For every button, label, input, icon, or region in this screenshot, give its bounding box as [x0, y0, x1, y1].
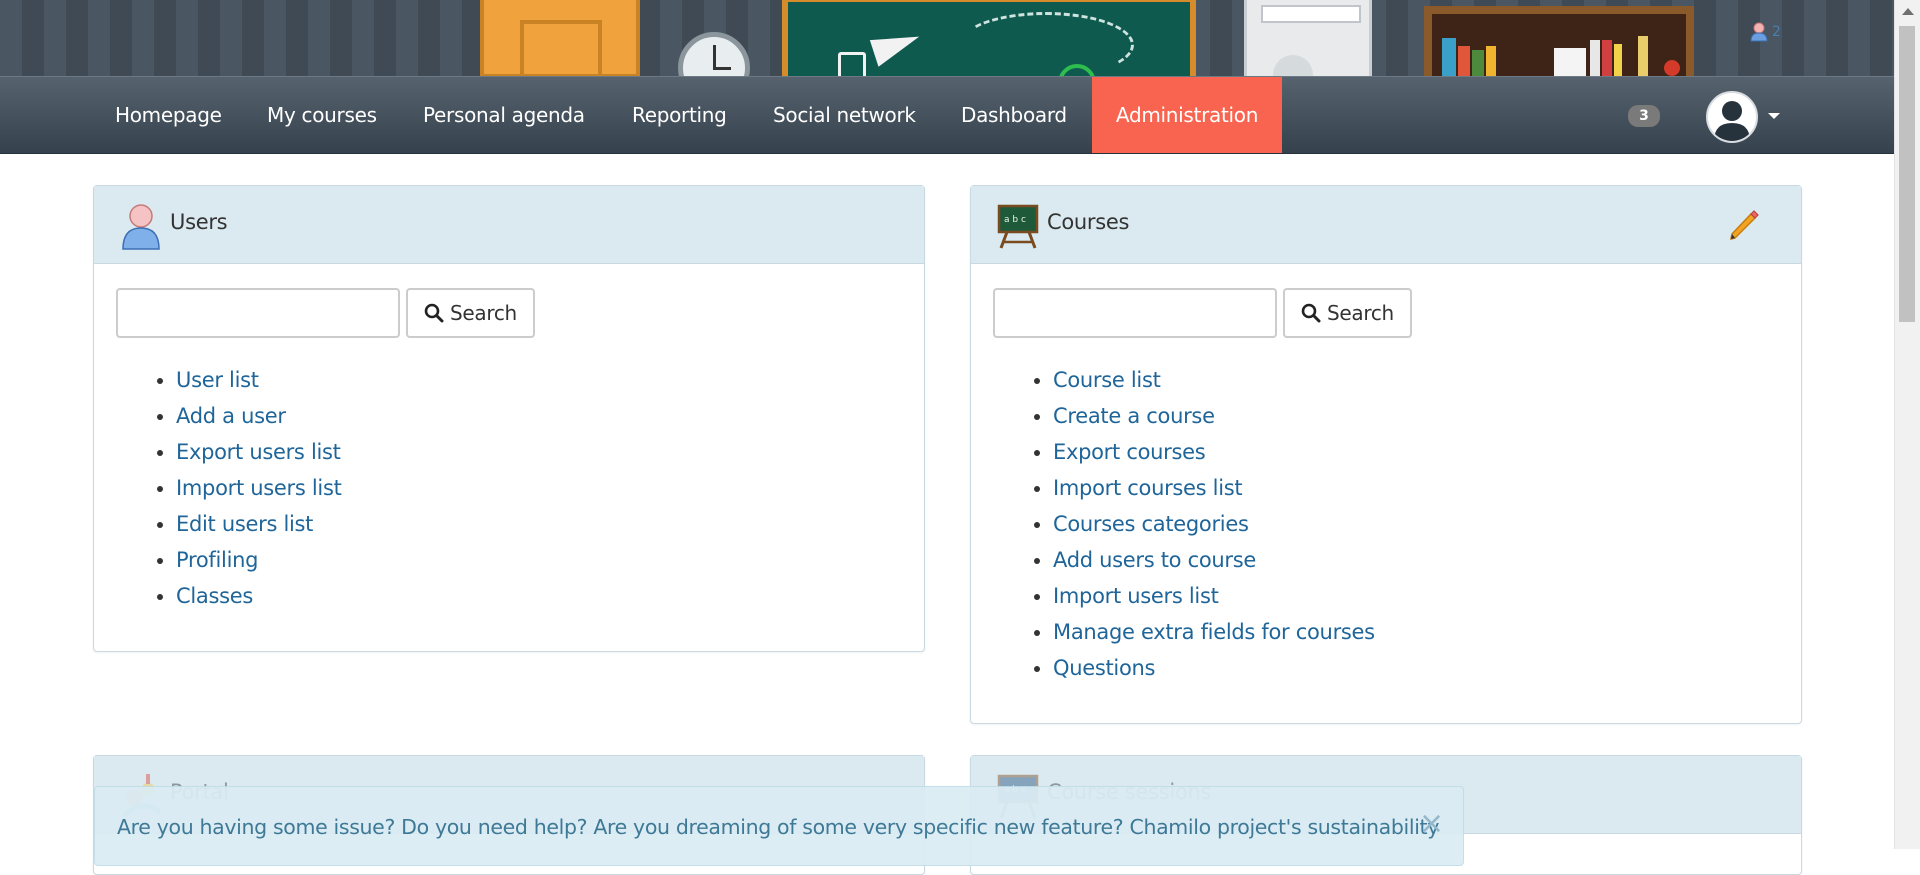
list-item: Profiling — [176, 542, 342, 578]
nav-administration[interactable]: Administration — [1092, 77, 1282, 153]
nav-my-courses[interactable]: My courses — [267, 77, 377, 153]
online-user-icon — [1750, 22, 1768, 42]
user-icon — [122, 204, 160, 250]
list-item: Import users list — [1053, 578, 1375, 614]
export-users-link[interactable]: Export users list — [176, 440, 341, 464]
list-item: Courses categories — [1053, 506, 1375, 542]
close-icon[interactable]: × — [1419, 809, 1444, 839]
banner-bookshelf-illustration — [1424, 6, 1694, 78]
users-panel: Users Search User list Add a user Export… — [93, 185, 925, 652]
banner-paper-illustration — [1244, 0, 1372, 78]
list-item: Questions — [1053, 650, 1375, 686]
header-banner: 2 — [0, 0, 1920, 78]
courses-search-button-label: Search — [1327, 301, 1394, 325]
nav-reporting[interactable]: Reporting — [632, 77, 727, 153]
add-users-to-course-link[interactable]: Add users to course — [1053, 548, 1256, 572]
list-item: Add users to course — [1053, 542, 1375, 578]
courses-panel: a b c Courses Search Course list Create … — [970, 185, 1802, 724]
courses-search-input[interactable] — [993, 288, 1277, 338]
list-item: Course list — [1053, 362, 1375, 398]
list-item: Import courses list — [1053, 470, 1375, 506]
profiling-link[interactable]: Profiling — [176, 548, 258, 572]
export-courses-link[interactable]: Export courses — [1053, 440, 1206, 464]
pencil-icon[interactable] — [1727, 208, 1761, 242]
users-search-button[interactable]: Search — [406, 288, 535, 338]
svg-text:a b c: a b c — [1004, 215, 1026, 225]
import-courses-link[interactable]: Import courses list — [1053, 476, 1243, 500]
users-search-button-label: Search — [450, 301, 517, 325]
list-item: Add a user — [176, 398, 342, 434]
courses-search-button[interactable]: Search — [1283, 288, 1412, 338]
banner-chalkboard-illustration — [782, 0, 1196, 78]
users-search-form: Search — [116, 288, 535, 338]
courses-categories-link[interactable]: Courses categories — [1053, 512, 1249, 536]
list-item: Import users list — [176, 470, 342, 506]
nav-personal-agenda[interactable]: Personal agenda — [423, 77, 585, 153]
courses-panel-heading: a b c Courses — [971, 186, 1801, 264]
course-list-link[interactable]: Course list — [1053, 368, 1161, 392]
list-item: Edit users list — [176, 506, 342, 542]
scroll-up-arrow-icon[interactable] — [1902, 8, 1914, 15]
classes-link[interactable]: Classes — [176, 584, 253, 608]
help-alert-text: Are you having some issue? Do you need h… — [117, 815, 1440, 839]
users-panel-title: Users — [170, 210, 228, 234]
nav-social-network[interactable]: Social network — [773, 77, 916, 153]
list-item: Manage extra fields for courses — [1053, 614, 1375, 650]
user-list-link[interactable]: User list — [176, 368, 259, 392]
import-course-users-link[interactable]: Import users list — [1053, 584, 1219, 608]
import-users-link[interactable]: Import users list — [176, 476, 342, 500]
nav-homepage[interactable]: Homepage — [115, 77, 222, 153]
user-menu-dropdown[interactable] — [1706, 91, 1786, 143]
questions-link[interactable]: Questions — [1053, 656, 1155, 680]
manage-extra-fields-link[interactable]: Manage extra fields for courses — [1053, 620, 1375, 644]
online-users-count: 2 — [1772, 24, 1781, 40]
courses-link-list: Course list Create a course Export cours… — [1029, 362, 1375, 686]
banner-door-illustration — [480, 0, 640, 78]
add-user-link[interactable]: Add a user — [176, 404, 286, 428]
users-link-list: User list Add a user Export users list I… — [152, 362, 342, 614]
courses-panel-title: Courses — [1047, 210, 1130, 234]
user-silhouette-icon — [1714, 101, 1750, 141]
list-item: Export users list — [176, 434, 342, 470]
banner-clock-illustration — [678, 32, 750, 78]
search-icon — [1301, 303, 1321, 323]
main-navbar: Homepage My courses Personal agenda Repo… — [0, 76, 1894, 154]
list-item: Create a course — [1053, 398, 1375, 434]
online-users-link[interactable]: 2 — [1750, 22, 1781, 42]
chevron-down-icon[interactable] — [1768, 113, 1780, 119]
list-item: Export courses — [1053, 434, 1375, 470]
list-item: User list — [176, 362, 342, 398]
scroll-thumb[interactable] — [1899, 26, 1915, 322]
create-course-link[interactable]: Create a course — [1053, 404, 1215, 428]
avatar[interactable] — [1706, 91, 1758, 143]
list-item: Classes — [176, 578, 342, 614]
edit-users-link[interactable]: Edit users list — [176, 512, 313, 536]
users-panel-heading: Users — [94, 186, 924, 264]
courses-search-form: Search — [993, 288, 1412, 338]
page-scrollbar[interactable] — [1894, 0, 1920, 849]
search-icon — [424, 303, 444, 323]
help-alert: Are you having some issue? Do you need h… — [94, 786, 1464, 866]
users-search-input[interactable] — [116, 288, 400, 338]
notification-badge[interactable]: 3 — [1628, 105, 1660, 127]
nav-dashboard[interactable]: Dashboard — [961, 77, 1067, 153]
chalkboard-icon: a b c — [997, 204, 1039, 249]
